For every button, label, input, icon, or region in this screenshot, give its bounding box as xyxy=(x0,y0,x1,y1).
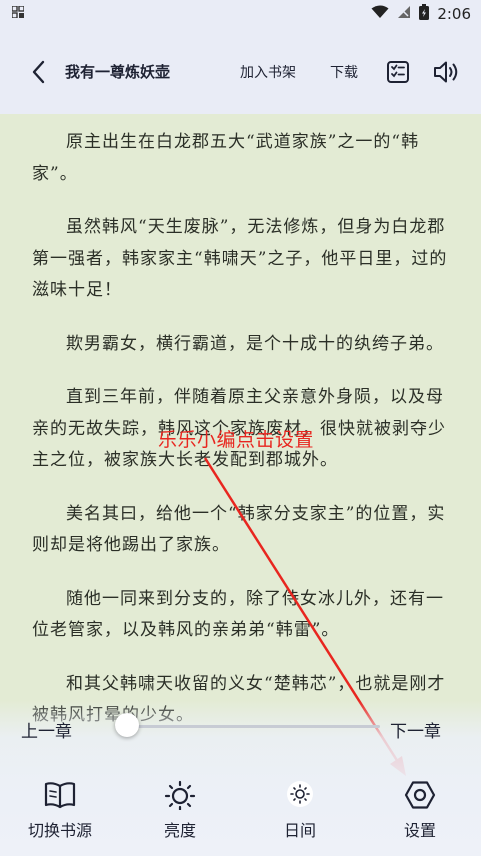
paragraph: 随他一同来到分支的，除了侍女冰儿外，还有一位老管家，以及韩风的亲弟弟“韩雷”。 xyxy=(32,588,444,641)
status-bar: 2:06 xyxy=(0,0,481,30)
catalog-button[interactable] xyxy=(386,60,410,84)
speaker-icon xyxy=(434,61,458,83)
reader-top-bar: 我有一尊炼妖壶 加入书架 下载 xyxy=(0,30,481,114)
settings-label: 设置 xyxy=(403,821,436,840)
download-button[interactable]: 下载 xyxy=(330,62,358,82)
chevron-left-icon xyxy=(32,60,45,84)
switch-source-button[interactable]: 切换书源 xyxy=(15,780,105,848)
paragraph: 欺男霸女，横行霸道，是个十成十的纨绔子弟。 xyxy=(66,333,444,354)
status-time: 2:06 xyxy=(437,5,471,23)
hexagon-gear-icon xyxy=(404,781,436,809)
book-title: 我有一尊炼妖壶 xyxy=(65,63,171,81)
next-chapter-button[interactable]: 下一章 xyxy=(390,717,441,742)
brightness-label: 亮度 xyxy=(163,821,196,840)
notification-grid-icon xyxy=(11,5,25,22)
prev-chapter-button[interactable]: 上一章 xyxy=(21,717,72,742)
day-mode-label: 日间 xyxy=(283,821,316,840)
catalog-list-icon xyxy=(387,61,409,83)
wifi-icon xyxy=(371,5,389,23)
add-to-shelf-button[interactable]: 加入书架 xyxy=(240,62,296,82)
brightness-button[interactable]: 亮度 xyxy=(135,780,225,848)
paragraph: 原主出生在白龙郡五大“武道家族”之一的“韩家”。 xyxy=(32,132,420,184)
switch-source-label: 切换书源 xyxy=(27,821,92,840)
back-button[interactable] xyxy=(28,58,52,86)
sun-icon xyxy=(164,780,196,810)
reader-bottom-panel: 上一章 下一章 切换书源 亮度 日间 设置 xyxy=(0,700,481,856)
chapter-progress-slider[interactable] xyxy=(115,725,380,728)
day-mode-button[interactable]: 日间 xyxy=(255,780,345,848)
battery-icon xyxy=(419,4,430,24)
open-book-icon xyxy=(44,782,76,809)
settings-button[interactable]: 设置 xyxy=(375,780,465,848)
slider-thumb[interactable] xyxy=(115,713,139,737)
signal-icon xyxy=(397,5,411,23)
annotation-label: 乐乐小编点击设置 xyxy=(158,429,315,451)
listen-button[interactable] xyxy=(432,59,460,85)
day-mode-icon xyxy=(287,781,313,807)
paragraph: 虽然韩风“天生废脉”，无法修炼，但身为白龙郡第一强者，韩家家主“韩啸天”之子，他… xyxy=(32,217,448,300)
paragraph: 美名其曰，给他一个“韩家分支家主”的位置，实则却是将他踢出了家族。 xyxy=(32,503,446,556)
